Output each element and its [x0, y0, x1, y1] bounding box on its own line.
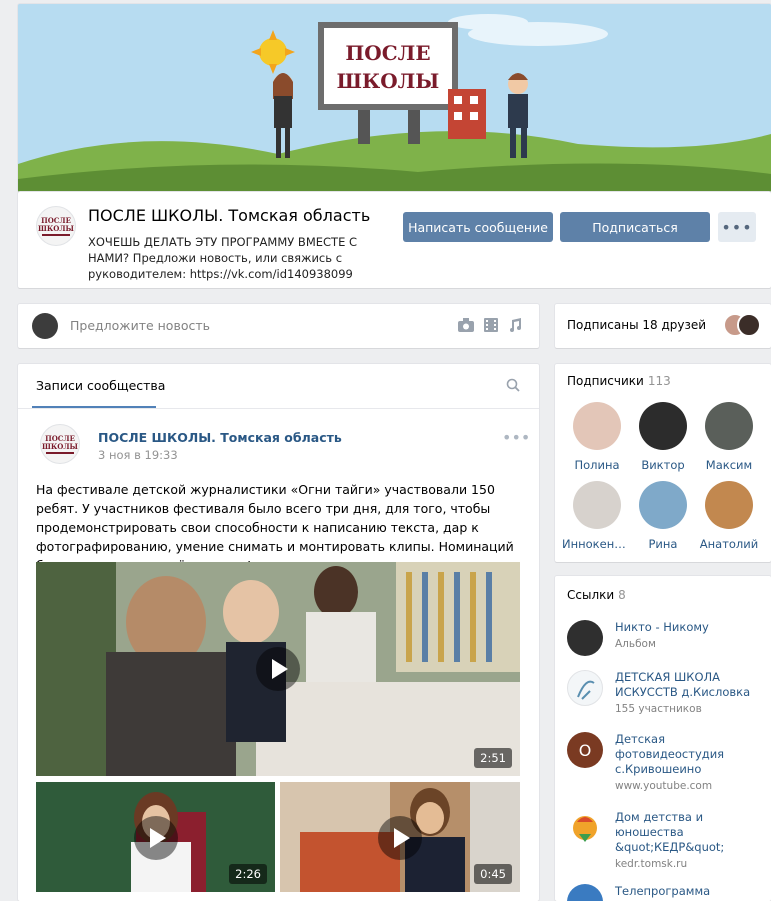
more-actions-button[interactable]: ••• [718, 212, 756, 242]
video-duration: 2:51 [474, 748, 512, 768]
subscribers-title[interactable]: Подписчики [567, 374, 644, 388]
video-main[interactable]: 2:51 [36, 562, 520, 776]
link-thumbnail[interactable]: О [567, 732, 603, 768]
video-second[interactable]: 2:26 [36, 782, 275, 892]
search-icon[interactable] [506, 378, 520, 396]
subscriber-item[interactable]: Иннокенти... [562, 481, 632, 551]
friends-subscribed-label[interactable]: Подписаны 18 друзей [567, 318, 706, 332]
group-avatar[interactable]: ПОСЛЕ ШКОЛЫ [36, 206, 76, 246]
group-avatar-line2: ШКОЛЫ [38, 223, 74, 233]
post-text: На фестивале детской журналистики «Огни … [36, 482, 514, 573]
subscribers-block: Подписчики 113 Полина Виктор Максим Иннок… [555, 364, 771, 562]
play-icon[interactable] [256, 647, 300, 691]
subscriber-name[interactable]: Максим [694, 458, 764, 472]
links-title[interactable]: Ссылки [567, 588, 614, 602]
subscribers-count: 113 [647, 374, 671, 388]
subscriber-item[interactable]: Максим [694, 402, 764, 472]
link-title[interactable]: Дом детства и юношества &quot;КЕДР&quot; [615, 810, 724, 854]
camera-icon[interactable] [458, 318, 474, 336]
suggest-news-box[interactable]: Предложите новость [18, 304, 539, 348]
link-title[interactable]: ДЕТСКАЯ ШКОЛА ИСКУССТВ д.Кисловка [615, 670, 750, 699]
link-title[interactable]: Детская фотовидеостудия с.Кривошеино [615, 732, 724, 776]
avatar[interactable] [639, 481, 687, 529]
cover-sign-line2: ШКОЛЫ [337, 69, 440, 93]
subscribe-button[interactable]: Подписаться [560, 212, 710, 242]
suggest-news-input[interactable]: Предложите новость [70, 318, 210, 333]
subscribers-header[interactable]: Подписчики 113 [567, 374, 671, 388]
post-author-link[interactable]: ПОСЛЕ ШКОЛЫ. Томская область [98, 430, 342, 445]
subscriber-item[interactable]: Рина [628, 481, 698, 551]
links-count: 8 [618, 588, 626, 602]
video-duration: 0:45 [474, 864, 512, 884]
link-title[interactable]: Телепрограмма [615, 884, 710, 898]
link-thumbnail[interactable] [567, 670, 603, 706]
link-subtitle: kedr.tomsk.ru [615, 858, 688, 870]
friends-subscribed[interactable]: Подписаны 18 друзей [555, 304, 771, 348]
avatar[interactable] [705, 402, 753, 450]
group-title: ПОСЛЕ ШКОЛЫ. Томская область [88, 206, 371, 225]
video-duration: 2:26 [229, 864, 267, 884]
avatar[interactable] [573, 402, 621, 450]
cover-sign-line1: ПОСЛЕ [345, 41, 430, 65]
tab-community-posts[interactable]: Записи сообщества [36, 378, 165, 393]
cover-illustration: ПОСЛЕ ШКОЛЫ [18, 4, 771, 192]
friend-avatar[interactable] [737, 313, 761, 337]
subscriber-name[interactable]: Виктор [628, 458, 698, 472]
user-avatar [32, 313, 58, 339]
link-item[interactable]: Дом детства и юношества &quot;КЕДР&quot;… [567, 810, 767, 874]
subscriber-name[interactable]: Рина [628, 537, 698, 551]
subscriber-item[interactable]: Виктор [628, 402, 698, 472]
avatar[interactable] [639, 402, 687, 450]
link-subtitle: 155 участников [615, 703, 702, 715]
link-subtitle: www.youtube.com [615, 780, 713, 792]
play-icon[interactable] [378, 816, 422, 860]
avatar[interactable] [705, 481, 753, 529]
subscriber-name[interactable]: Анатолий [694, 537, 764, 551]
link-thumbnail[interactable] [567, 884, 603, 901]
music-icon[interactable] [508, 318, 522, 336]
post-date[interactable]: 3 ноя в 19:33 [98, 448, 178, 462]
avatar[interactable] [573, 481, 621, 529]
post-author-avatar[interactable]: ПОСЛЕ ШКОЛЫ [40, 424, 80, 464]
video-icon[interactable] [484, 318, 498, 336]
link-item[interactable]: ДЕТСКАЯ ШКОЛА ИСКУССТВ д.Кисловка 155 уча… [567, 670, 767, 726]
group-status: ХОЧЕШЬ ДЕЛАТЬ ЭТУ ПРОГРАММУ ВМЕСТЕ С НАМ… [88, 235, 358, 281]
links-block: Ссылки 8 Никто - Никому Альбом ДЕТСКАЯ ШКО… [555, 576, 771, 901]
link-title[interactable]: Никто - Никому [615, 620, 709, 634]
subscriber-name[interactable]: Полина [562, 458, 632, 472]
video-third[interactable]: 0:45 [280, 782, 520, 892]
group-header: ПОСЛЕ ШКОЛЫ ПОСЛЕ ШКОЛЫ. Томская область… [18, 192, 771, 288]
link-subtitle: Альбом [615, 638, 656, 650]
post-menu-button[interactable]: ••• [502, 428, 530, 447]
link-thumbnail[interactable] [567, 620, 603, 656]
community-wall: Записи сообщества ПОСЛЕ ШКОЛЫ ПОСЛЕ ШКОЛ… [18, 364, 539, 901]
send-message-button[interactable]: Написать сообщение [403, 212, 553, 242]
subscriber-name[interactable]: Иннокенти... [562, 537, 632, 551]
subscriber-item[interactable]: Полина [562, 402, 632, 472]
links-header[interactable]: Ссылки 8 [567, 588, 626, 602]
link-item[interactable]: Телепрограмма [567, 884, 767, 901]
post-avatar-line2: ШКОЛЫ [42, 441, 78, 451]
subscriber-item[interactable]: Анатолий [694, 481, 764, 551]
link-item[interactable]: О Детская фотовидеостудия с.Кривошеино ww… [567, 732, 767, 796]
play-icon[interactable] [134, 816, 178, 860]
link-item[interactable]: Никто - Никому Альбом [567, 620, 767, 660]
group-cover: ПОСЛЕ ШКОЛЫ [18, 4, 771, 192]
rooster-icon[interactable] [567, 810, 603, 846]
